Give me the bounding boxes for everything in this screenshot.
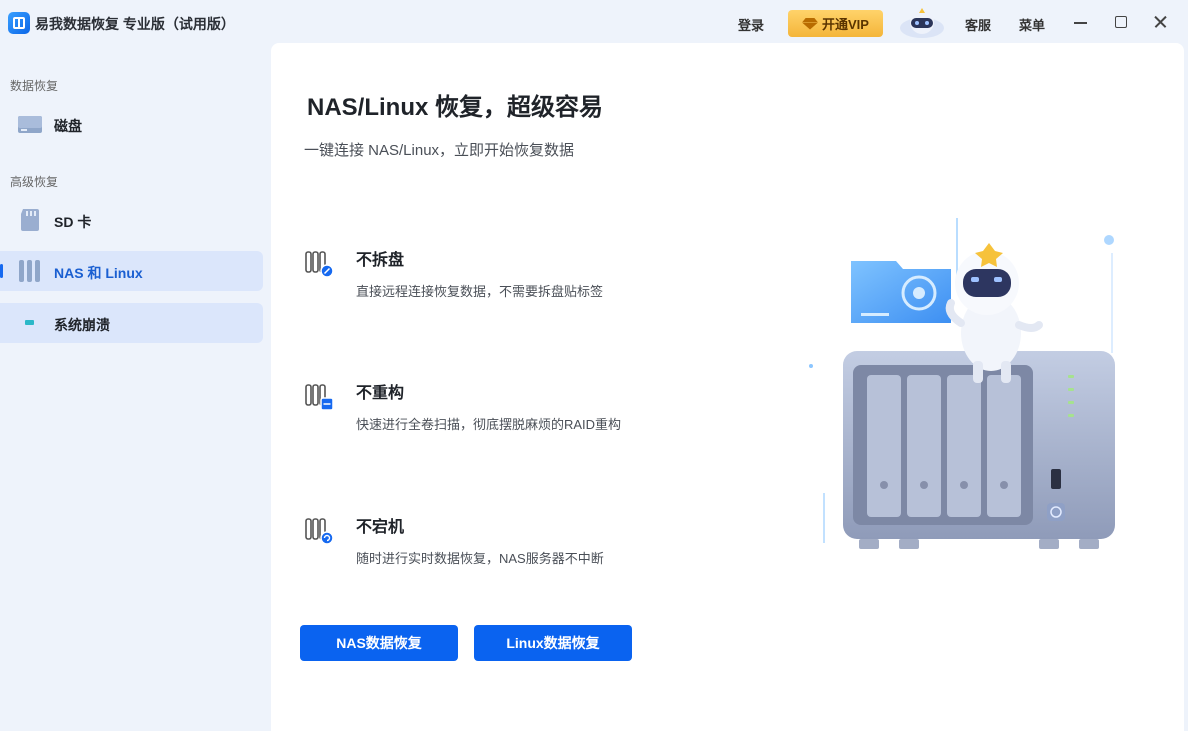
sidebar-item-label: NAS 和 Linux <box>54 265 143 281</box>
section-label-advanced-recovery: 高级恢复 <box>10 175 59 189</box>
feature-no-rebuild: 不重构 快速进行全卷扫描，彻底摆脱麻烦的RAID重构 <box>304 379 724 439</box>
sidebar-item-label: 系统崩溃 <box>54 317 110 333</box>
feature-desc: 快速进行全卷扫描，彻底摆脱麻烦的RAID重构 <box>356 417 622 432</box>
feature-desc: 直接远程连接恢复数据，不需要拆盘贴标签 <box>356 284 604 299</box>
vip-label: 开通VIP <box>822 17 869 32</box>
sidebar-item-label: 磁盘 <box>54 118 82 134</box>
page-subtitle: 一键连接 NAS/Linux，立即开始恢复数据 <box>304 142 575 159</box>
feature-desc: 随时进行实时数据恢复，NAS服务器不中断 <box>356 551 604 566</box>
system-crash-icon <box>25 320 34 325</box>
sidebar-item-system-crash[interactable]: 系统崩溃 <box>0 303 263 343</box>
menu-link[interactable]: 菜单 <box>1019 15 1045 34</box>
minimize-icon[interactable] <box>1071 12 1091 32</box>
diamond-icon <box>802 18 818 30</box>
linux-recovery-button[interactable]: Linux数据恢复 <box>474 625 632 661</box>
feature-title: 不宕机 <box>356 519 405 536</box>
sidebar: 数据恢复 磁盘 高级恢复 SD 卡 NAS 和 Linux 系统崩溃 <box>0 44 270 731</box>
maximize-icon[interactable] <box>1111 12 1131 32</box>
main-panel: NAS/Linux 恢复，超级容易 一键连接 NAS/Linux，立即开始恢复数… <box>271 43 1184 731</box>
close-icon[interactable] <box>1151 12 1171 32</box>
nas-illustration <box>809 218 1115 549</box>
nas-no-rebuild-icon <box>305 384 334 411</box>
sidebar-item-disk[interactable]: 磁盘 <box>0 104 263 144</box>
app-logo-icon <box>8 12 30 34</box>
feature-no-downtime: 不宕机 随时进行实时数据恢复，NAS服务器不中断 <box>304 513 724 573</box>
nas-icon <box>19 260 40 282</box>
sidebar-item-sd-card[interactable]: SD 卡 <box>0 200 263 240</box>
nas-no-downtime-icon <box>305 518 334 545</box>
sidebar-item-label: SD 卡 <box>54 214 92 230</box>
feature-no-disassembly: 不拆盘 直接远程连接恢复数据，不需要拆盘贴标签 <box>304 246 724 306</box>
feature-title: 不重构 <box>356 385 405 402</box>
section-label-data-recovery: 数据恢复 <box>10 79 59 93</box>
sd-card-icon <box>21 209 39 231</box>
avatar[interactable] <box>899 6 945 38</box>
disk-icon <box>18 116 42 133</box>
app-title: 易我数据恢复 专业版（试用版） <box>35 16 235 32</box>
sidebar-item-nas-linux[interactable]: NAS 和 Linux <box>0 251 263 291</box>
login-link[interactable]: 登录 <box>738 15 764 34</box>
title-bar: 易我数据恢复 专业版（试用版） 登录 开通VIP 客服 菜单 <box>0 0 1188 44</box>
feature-title: 不拆盘 <box>356 252 405 269</box>
vip-button[interactable]: 开通VIP <box>788 10 883 37</box>
nas-recovery-button[interactable]: NAS数据恢复 <box>300 625 458 661</box>
page-title: NAS/Linux 恢复，超级容易 <box>307 94 604 121</box>
nas-no-disassembly-icon <box>305 251 334 278</box>
customer-service-link[interactable]: 客服 <box>965 15 991 34</box>
